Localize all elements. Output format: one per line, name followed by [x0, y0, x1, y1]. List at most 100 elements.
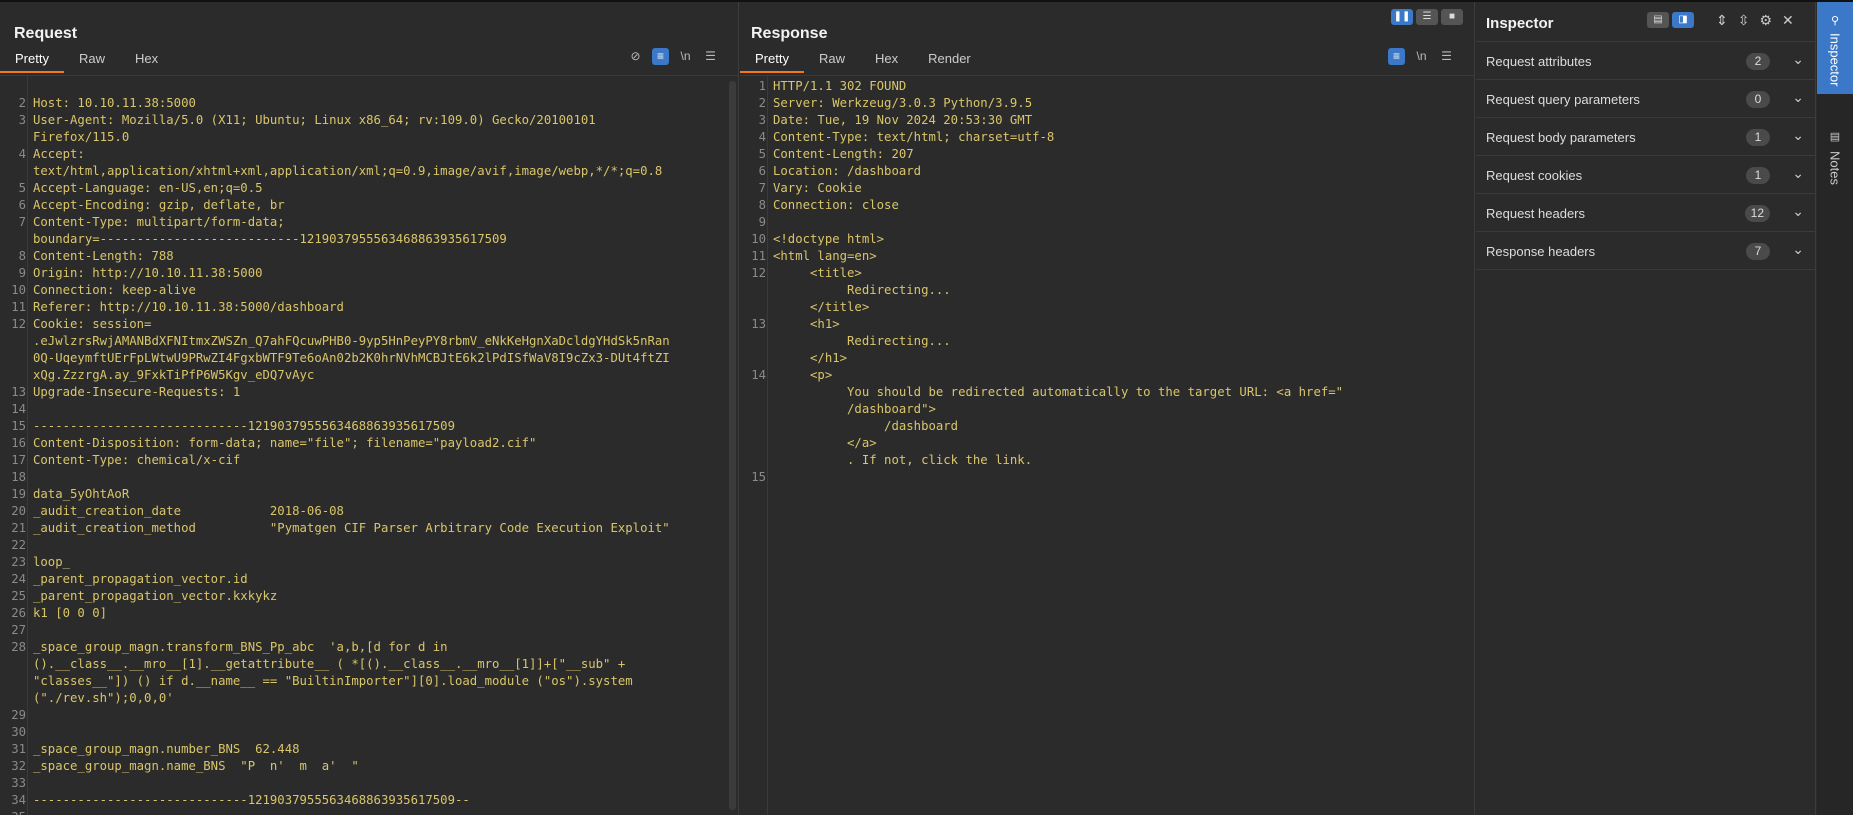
code-line: </h1>: [773, 351, 848, 365]
line-number: 7: [18, 215, 26, 229]
newline-toggle[interactable]: \n: [1413, 48, 1430, 65]
menu-icon[interactable]: ☰: [1438, 48, 1455, 65]
line-number: 4: [18, 147, 26, 161]
chevron-down-icon[interactable]: ⌄: [1792, 241, 1804, 258]
chevron-down-icon[interactable]: ⌄: [1792, 127, 1804, 144]
code-line: User-Agent: Mozilla/5.0 (X11; Ubuntu; Li…: [33, 113, 596, 127]
eye-off-icon[interactable]: ⊘: [627, 48, 644, 65]
code-line: Cookie: session=: [33, 317, 152, 331]
line-number: 13: [11, 385, 26, 399]
response-tab-render[interactable]: Render: [913, 47, 986, 73]
line-number: 15: [751, 470, 766, 484]
chevron-down-icon[interactable]: ⌄: [1792, 165, 1804, 182]
collapse-all-icon[interactable]: ⇳: [1738, 12, 1750, 29]
side-rail: ⚲ Inspector ▤ Notes: [1817, 2, 1853, 815]
line-number: 9: [758, 215, 766, 229]
inspector-section[interactable]: Request body parameters 1 ⌄: [1476, 118, 1816, 156]
code-line: /dashboard: [773, 419, 959, 433]
rail-tab-notes-label: Notes: [1827, 151, 1843, 185]
inspector-sections: Request attributes 2 ⌄ Request query parame…: [1476, 41, 1816, 270]
inspector-section[interactable]: Response headers 7 ⌄: [1476, 232, 1816, 270]
code-line: Content-Disposition: form-data; name="fi…: [33, 436, 537, 450]
code-line: Location: /dashboard: [773, 164, 922, 178]
inspector-section-label: Request query parameters: [1486, 92, 1640, 107]
line-number: 34: [11, 793, 26, 807]
chevron-down-icon[interactable]: ⌄: [1792, 203, 1804, 220]
line-number: 4: [758, 130, 766, 144]
code-line: Upgrade-Insecure-Requests: 1: [33, 385, 241, 399]
layout-side-by-side-icon[interactable]: ❚❚: [1391, 9, 1413, 25]
request-editor[interactable]: 2 Host: 10.10.11.38:5000 3 User-Agent: Mozi…: [0, 75, 738, 815]
code-line: <h1>: [773, 317, 840, 331]
inspector-section[interactable]: Request attributes 2 ⌄: [1476, 42, 1816, 80]
layout-tabs-icon[interactable]: ■: [1441, 9, 1463, 25]
chevron-down-icon[interactable]: ⌄: [1792, 89, 1804, 106]
line-number: 31: [11, 742, 26, 756]
line-number: 12: [751, 266, 766, 280]
wrap-icon[interactable]: ≡: [1388, 48, 1405, 65]
notes-rail-icon: ▤: [1829, 131, 1841, 143]
line-number: 8: [18, 249, 26, 263]
response-tab-hex[interactable]: Hex: [860, 47, 913, 73]
request-tab-pretty[interactable]: Pretty: [0, 47, 64, 73]
request-tab-raw[interactable]: Raw: [64, 47, 120, 73]
code-line: Accept-Language: en-US,en;q=0.5: [33, 181, 263, 195]
inspector-layout-buttons: ▤ ◨: [1647, 12, 1694, 28]
inspector-section-label: Request attributes: [1486, 54, 1592, 69]
expand-all-icon[interactable]: ⇕: [1716, 12, 1728, 29]
gear-icon[interactable]: ⚙: [1759, 12, 1772, 29]
close-icon[interactable]: ✕: [1782, 12, 1794, 29]
line-number: 32: [11, 759, 26, 773]
count-badge: 0: [1746, 91, 1770, 108]
line-number: 15: [11, 419, 26, 433]
code-line: Content-Type: text/html; charset=utf-8: [773, 130, 1055, 144]
count-badge: 1: [1746, 129, 1770, 146]
code-line: Redirecting...: [773, 283, 951, 297]
code-line: -----------------------------12190379555…: [33, 793, 470, 807]
count-badge: 7: [1746, 243, 1770, 260]
line-number: 11: [11, 300, 26, 314]
wrap-icon[interactable]: ≡: [652, 48, 669, 65]
menu-icon[interactable]: ☰: [702, 48, 719, 65]
code-line: . If not, click the link.: [773, 453, 1033, 467]
code-line: Server: Werkzeug/3.0.3 Python/3.9.5: [773, 96, 1033, 110]
code-line: /dashboard">: [773, 402, 936, 416]
layout-stacked-icon[interactable]: ☰: [1416, 9, 1438, 25]
line-number: 10: [11, 283, 26, 297]
code-line: data_5yOhtAoR: [33, 487, 130, 501]
code-line: Content-Type: multipart/form-data;: [33, 215, 285, 229]
request-tabs: Pretty Raw Hex: [0, 47, 173, 73]
request-pane: Request Pretty Raw Hex ⊘ ≡ \n ☰ 2 Host: 1…: [0, 2, 739, 815]
line-number: 5: [18, 181, 26, 195]
response-tab-pretty[interactable]: Pretty: [740, 47, 804, 73]
response-tab-raw[interactable]: Raw: [804, 47, 860, 73]
inspector-layout-list-icon[interactable]: ▤: [1647, 12, 1669, 28]
response-editor[interactable]: 1 HTTP/1.1 302 FOUND 2 Server: Werkzeug/3.0…: [740, 75, 1474, 815]
line-number: 28: [11, 640, 26, 654]
rail-tab-notes[interactable]: ▤ Notes: [1817, 130, 1853, 200]
line-number: 19: [11, 487, 26, 501]
inspector-section-label: Request cookies: [1486, 168, 1583, 183]
code-line: loop_: [33, 555, 71, 569]
line-number: 14: [751, 368, 766, 382]
inspector-section[interactable]: Request query parameters 0 ⌄: [1476, 80, 1816, 118]
inspector-layout-split-icon[interactable]: ◨: [1672, 12, 1694, 28]
layout-buttons: ❚❚ ☰ ■: [1391, 9, 1463, 25]
inspector-section[interactable]: Request headers 12 ⌄: [1476, 194, 1816, 232]
request-tab-hex[interactable]: Hex: [120, 47, 173, 73]
code-line: <title>: [773, 266, 862, 280]
line-number: 8: [758, 198, 766, 212]
line-number: 22: [11, 538, 26, 552]
code-line: </a>: [773, 436, 877, 450]
newline-toggle[interactable]: \n: [677, 48, 694, 65]
code-line: Host: 10.10.11.38:5000: [33, 96, 196, 110]
line-number: 14: [11, 402, 26, 416]
line-number: 6: [18, 198, 26, 212]
inspector-section[interactable]: Request cookies 1 ⌄: [1476, 156, 1816, 194]
code-line: <!doctype html>: [773, 232, 885, 246]
request-scrollbar[interactable]: [729, 81, 736, 810]
chevron-down-icon[interactable]: ⌄: [1792, 51, 1804, 68]
inspector-rail-icon: ⚲: [1830, 15, 1840, 27]
rail-tab-inspector[interactable]: ⚲ Inspector: [1817, 2, 1853, 94]
line-number: 5: [758, 147, 766, 161]
